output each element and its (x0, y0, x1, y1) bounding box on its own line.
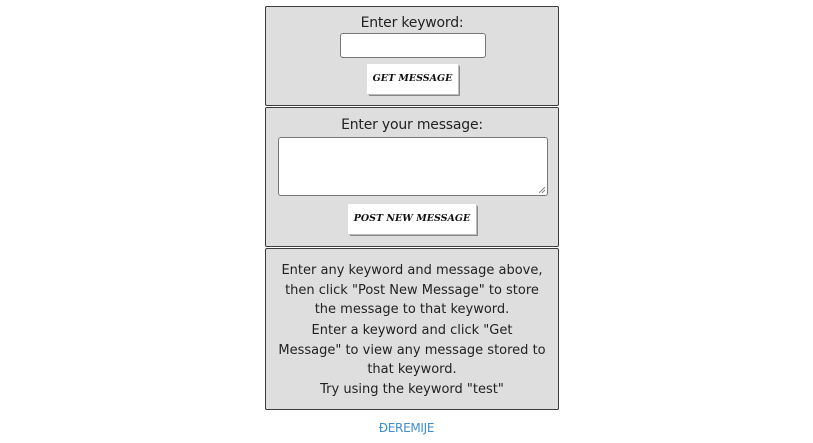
resize-grip-icon[interactable] (539, 187, 545, 193)
instructions-paragraph-get: Enter a keyword and click "Get Message" … (266, 321, 558, 380)
instructions-line: then click "Post New Message" to store (285, 282, 539, 298)
instructions-line: Enter any keyword and message above, (281, 263, 543, 278)
keyword-label: Enter keyword: (360, 15, 464, 31)
instructions-paragraph-post: Enter any keyword and message above, the… (266, 261, 558, 320)
post-new-message-button[interactable]: POST NEW MESSAGE (348, 204, 476, 234)
instructions-panel: Enter any keyword and message above, the… (265, 248, 559, 410)
instructions-line: Enter a keyword and click "Get (311, 323, 513, 338)
page: Enter keyword: GET MESSAGE Enter your me… (0, 0, 813, 443)
message-label: Enter your message: (341, 117, 483, 133)
get-message-panel: Enter keyword: GET MESSAGE (265, 6, 559, 106)
footer-author-link[interactable]: ĐEREMIJE (0, 421, 813, 435)
get-message-button[interactable]: GET MESSAGE (367, 64, 458, 94)
instructions-paragraph-test: Try using the keyword "test" (266, 380, 558, 400)
instructions-line: Message" to view any message stored to (278, 342, 546, 358)
instructions-line: Try using the keyword "test" (320, 382, 504, 397)
instructions-line: that keyword. (367, 362, 457, 377)
post-message-panel: Enter your message: POST NEW MESSAGE (265, 107, 559, 247)
instructions-line: the message to that keyword. (314, 302, 510, 317)
message-textarea[interactable] (278, 137, 548, 196)
keyword-input[interactable] (340, 33, 486, 58)
